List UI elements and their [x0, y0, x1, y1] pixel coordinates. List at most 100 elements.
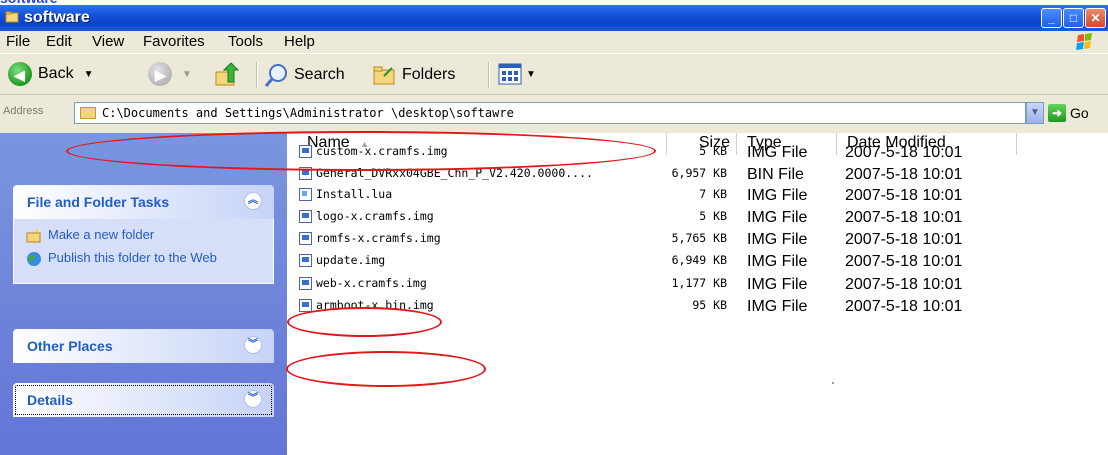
folder-icon [5, 11, 19, 23]
file-row[interactable]: General_DVRxx04GBE_Chn_P_V2.420.0000....… [287, 163, 1017, 185]
toolbar: ◀ Back ▼ ▶ ▼ Search Folders ▼ [0, 54, 1108, 95]
menu-view[interactable]: View [92, 33, 124, 50]
file-name[interactable]: custom-x.cramfs.img [299, 144, 448, 158]
make-new-folder-link[interactable]: Make a new folder [26, 227, 263, 244]
file-folder-tasks-panel: File and Folder Tasks ︽ Make a new folde… [13, 185, 274, 284]
details-panel: Details ︾ [13, 383, 274, 417]
window-title: software [24, 9, 90, 26]
file-row[interactable]: romfs-x.cramfs.img 5,765 KB IMG File 2007-5… [287, 228, 1017, 250]
address-dropdown-button[interactable]: ▼ [1026, 102, 1044, 124]
file-size: 5,765 KB [671, 231, 727, 245]
collapse-chevron-icon[interactable]: ︽ [244, 192, 262, 210]
img-file-icon [299, 298, 312, 312]
up-folder-button[interactable] [214, 62, 240, 88]
img-file-icon [299, 253, 312, 267]
file-row[interactable]: custom-x.cramfs.img 5 KB IMG File 2007-5-18… [287, 141, 1017, 163]
img-file-icon [299, 231, 312, 245]
details-header[interactable]: Details ︾ [13, 383, 274, 417]
menu-help[interactable]: Help [284, 33, 315, 50]
other-places-header[interactable]: Other Places ︾ [13, 329, 274, 363]
stray-dot [832, 382, 834, 384]
task-label: Make a new folder [48, 227, 155, 242]
file-date: 2007-5-18 10:01 [845, 209, 963, 226]
new-folder-icon [26, 229, 41, 243]
expand-chevron-icon[interactable]: ︾ [244, 390, 262, 408]
back-label: Back [38, 65, 74, 82]
file-date: 2007-5-18 10:01 [845, 187, 963, 204]
menu-view-label: View [92, 33, 125, 50]
back-dropdown-icon[interactable]: ▼ [84, 69, 94, 80]
file-row[interactable]: armboot-x.bin.img 95 KB IMG File 2007-5-18 … [287, 295, 1017, 317]
forward-dropdown-icon[interactable]: ▼ [182, 69, 192, 80]
file-date: 2007-5-18 10:01 [845, 166, 963, 183]
maximize-button[interactable]: □ [1063, 8, 1084, 28]
up-folder-icon [215, 62, 240, 86]
file-row[interactable]: logo-x.cramfs.img 5 KB IMG File 2007-5-18 1… [287, 206, 1017, 228]
file-type: IMG File [747, 253, 808, 270]
lua-file-icon [299, 187, 312, 201]
views-dropdown-icon[interactable]: ▼ [526, 69, 536, 80]
globe-icon [27, 252, 41, 266]
views-icon [498, 63, 522, 85]
menu-tools[interactable]: Tools [228, 33, 263, 50]
file-size: 1,177 KB [671, 276, 727, 290]
views-button[interactable]: ▼ [498, 62, 536, 86]
file-name[interactable]: Install.lua [299, 187, 392, 201]
file-folder-tasks-header[interactable]: File and Folder Tasks ︽ [13, 185, 274, 219]
forward-button[interactable]: ▶ ▼ [148, 62, 192, 86]
file-folder-tasks-body: Make a new folder Publish this folder to… [13, 219, 274, 284]
explorer-window: software _ □ ✕ File Edit View Favorites … [0, 5, 1108, 455]
file-type: IMG File [747, 187, 808, 204]
folders-label: Folders [402, 66, 456, 83]
file-name[interactable]: web-x.cramfs.img [299, 276, 427, 290]
file-size: 6,957 KB [671, 166, 727, 180]
search-button[interactable]: Search [264, 62, 345, 88]
menu-edit[interactable]: Edit [46, 33, 72, 50]
file-row[interactable]: update.img 6,949 KB IMG File 2007-5-18 10:0… [287, 250, 1017, 272]
address-value: C:\Documents and Settings\Administrator … [102, 106, 514, 120]
forward-arrow-icon: ▶ [148, 62, 172, 86]
file-name-text: update.img [316, 253, 386, 267]
file-name[interactable]: romfs-x.cramfs.img [299, 231, 441, 245]
file-name-text: armboot-x.bin.img [316, 298, 434, 312]
address-input[interactable]: C:\Documents and Settings\Administrator … [74, 102, 1026, 124]
panel-title: Details [27, 392, 73, 408]
file-name-text: Install.lua [316, 187, 393, 201]
file-name-text: web-x.cramfs.img [316, 276, 427, 290]
file-date: 2007-5-18 10:01 [845, 231, 963, 248]
file-type: IMG File [747, 231, 808, 248]
toolbar-separator [256, 62, 258, 88]
menu-file[interactable]: File [6, 33, 30, 50]
address-bar: Address C:\Documents and Settings\Admini… [0, 95, 1108, 133]
file-name-text: romfs-x.cramfs.img [316, 231, 441, 245]
back-button[interactable]: ◀ Back ▼ [8, 62, 93, 86]
expand-chevron-icon[interactable]: ︾ [244, 336, 262, 354]
file-name-text: custom-x.cramfs.img [316, 144, 448, 158]
address-label: Address [3, 105, 44, 117]
minimize-button[interactable]: _ [1041, 8, 1062, 28]
file-row[interactable]: Install.lua 7 KB IMG File 2007-5-18 10:01 [287, 184, 1017, 206]
file-name[interactable]: General_DVRxx04GBE_Chn_P_V2.420.0000.... [299, 166, 593, 180]
close-button[interactable]: ✕ [1085, 8, 1106, 28]
menu-favorites-label: Favorites [143, 33, 205, 50]
folders-button[interactable]: Folders [372, 62, 455, 88]
file-list: Name ▲ Size Type Date Modified custom-x.… [287, 133, 1108, 455]
file-name[interactable]: armboot-x.bin.img [299, 298, 434, 312]
file-type: IMG File [747, 209, 808, 226]
file-name[interactable]: logo-x.cramfs.img [299, 209, 434, 223]
file-row[interactable]: web-x.cramfs.img 1,177 KB IMG File 2007-5-1… [287, 273, 1017, 295]
file-name[interactable]: update.img [299, 253, 385, 267]
go-button[interactable]: ➜ Go [1048, 104, 1089, 122]
img-file-icon [299, 276, 312, 290]
file-size: 95 KB [692, 298, 727, 312]
folders-icon [373, 66, 395, 85]
task-label: Publish this folder to the Web [48, 250, 217, 265]
panel-title: Other Places [27, 338, 113, 354]
publish-folder-link[interactable]: Publish this folder to the Web [26, 250, 263, 267]
img-file-icon [299, 144, 312, 158]
file-size: 5 KB [699, 209, 727, 223]
menu-favorites[interactable]: Favorites [143, 33, 205, 50]
windows-logo-icon [1076, 33, 1092, 50]
search-icon [264, 64, 287, 87]
file-size: 5 KB [699, 144, 727, 158]
